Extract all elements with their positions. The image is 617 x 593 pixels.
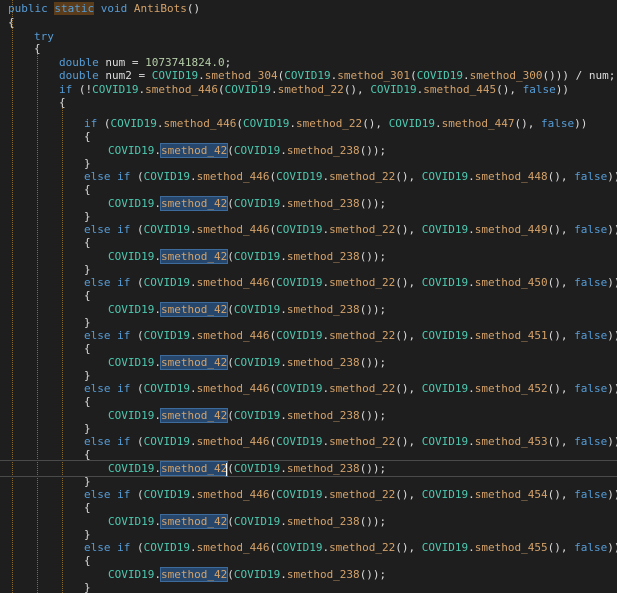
open-brace: {	[59, 96, 66, 109]
code-line-brace: {	[0, 94, 617, 111]
code-editor[interactable]: public static void AntiBots() { try { do…	[0, 0, 617, 593]
code-line-brace: }	[0, 579, 617, 593]
